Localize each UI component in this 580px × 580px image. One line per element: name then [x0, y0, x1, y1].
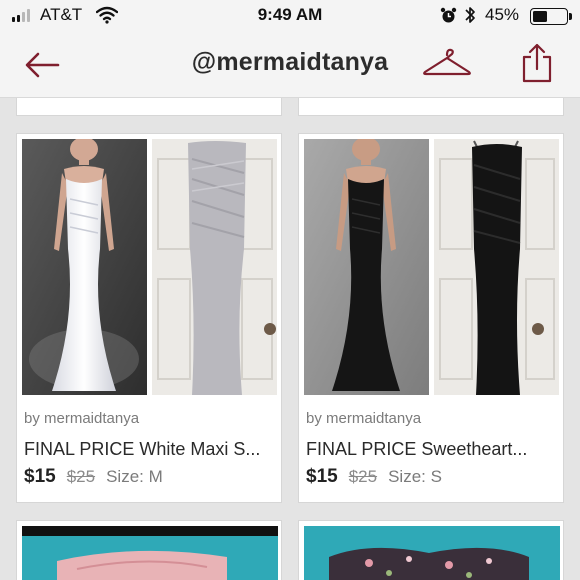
- listing-photo-hanger[interactable]: [434, 139, 559, 395]
- listing-size: Size: S: [388, 467, 442, 486]
- battery-icon: [530, 8, 568, 25]
- listing-card-partial[interactable]: [298, 98, 564, 116]
- status-bar: AT&T 9:49 AM 45%: [0, 0, 580, 32]
- listing-price-row: $15 $25 Size: S: [306, 466, 442, 488]
- white-dress-model-image: [22, 139, 147, 395]
- listing-seller[interactable]: by mermaidtanya: [306, 410, 421, 427]
- floral-dress-image: [304, 526, 560, 580]
- listing-size: Size: M: [106, 467, 163, 486]
- listing-photo-model[interactable]: [304, 139, 429, 395]
- black-dress-model-image: [304, 139, 429, 395]
- listing-card-partial[interactable]: [16, 520, 282, 580]
- listing-title[interactable]: FINAL PRICE White Maxi S...: [24, 439, 276, 460]
- listing-card-partial[interactable]: [298, 520, 564, 580]
- black-dress-on-door-image: [434, 139, 559, 395]
- listing-card[interactable]: by mermaidtanya FINAL PRICE White Maxi S…: [16, 133, 282, 503]
- listing-seller[interactable]: by mermaidtanya: [24, 410, 139, 427]
- bluetooth-icon: [465, 7, 475, 23]
- battery-fill: [533, 11, 547, 22]
- share-icon[interactable]: [520, 42, 554, 84]
- alarm-clock-icon: [440, 7, 457, 23]
- listing-price-row: $15 $25 Size: M: [24, 466, 163, 488]
- nav-bar: @mermaidtanya: [0, 32, 580, 98]
- listing-original-price: $25: [66, 467, 96, 486]
- listing-card-partial[interactable]: [16, 98, 282, 116]
- gray-dress-on-door-image: [152, 139, 277, 395]
- listing-card[interactable]: by mermaidtanya FINAL PRICE Sweetheart..…: [298, 133, 564, 503]
- hanger-icon[interactable]: [422, 46, 472, 80]
- listing-price: $15: [24, 466, 56, 487]
- page-title: @mermaidtanya: [191, 48, 389, 76]
- listing-original-price: $25: [348, 467, 378, 486]
- listing-photo-hanger[interactable]: [152, 139, 277, 395]
- battery-percentage: 45%: [485, 5, 520, 24]
- pink-dress-image: [22, 526, 278, 580]
- listing-title[interactable]: FINAL PRICE Sweetheart...: [306, 439, 558, 460]
- app-screen: AT&T 9:49 AM 45% @mermaidtanya by mermai…: [0, 0, 580, 580]
- listing-photo-model[interactable]: [22, 139, 147, 395]
- battery-tip: [569, 13, 572, 20]
- listing-price: $15: [306, 466, 338, 487]
